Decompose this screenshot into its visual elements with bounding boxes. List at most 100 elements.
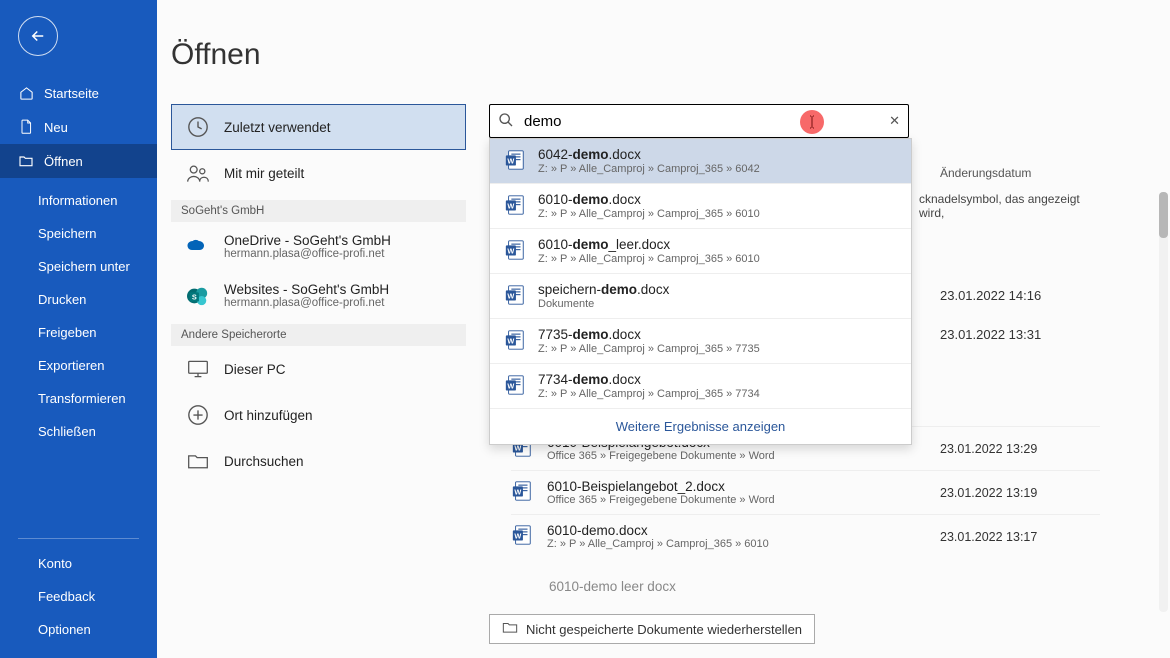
file-date: 23.01.2022 13:29: [940, 442, 1100, 456]
source-section-header: SoGeht's GmbH: [171, 200, 466, 222]
scrollbar[interactable]: [1159, 192, 1168, 612]
nav-save-as[interactable]: Speichern unter: [0, 250, 157, 283]
search-result-item[interactable]: W6042-demo.docxZ: » P » Alle_Camproj » C…: [490, 139, 911, 184]
nav-info[interactable]: Informationen: [0, 184, 157, 217]
file-name: 6010-Beispielangebot_2.docx: [547, 479, 775, 494]
recent-files-list: W6010-Beispielangebot.docxOffice 365 » F…: [511, 426, 1100, 558]
detail-pane: ✕ W6042-demo.docxZ: » P » Alle_Camproj »…: [489, 104, 1150, 650]
nav-options[interactable]: Optionen: [0, 613, 157, 646]
file-name: 6010-demo.docx: [547, 523, 769, 538]
people-icon: [186, 161, 210, 185]
nav-close[interactable]: Schließen: [0, 415, 157, 448]
word-doc-icon: W: [511, 524, 535, 549]
nav-save[interactable]: Speichern: [0, 217, 157, 250]
svg-text:W: W: [514, 444, 521, 453]
search-input[interactable]: [524, 113, 879, 130]
file-row[interactable]: W 6010-Beispielangebot_2.docxOffice 365 »…: [511, 470, 1100, 514]
recover-label: Nicht gespeicherte Dokumente wiederherst…: [526, 622, 802, 637]
source-label: Ort hinzufügen: [224, 408, 313, 423]
main-area: Öffnen Zuletzt verwendet Mit mir geteilt…: [157, 0, 1170, 658]
result-filename: speichern-demo.docx: [538, 282, 669, 297]
nav-open[interactable]: Öffnen: [0, 144, 157, 178]
result-filename: 7734-demo.docx: [538, 372, 760, 387]
search-icon: [498, 112, 514, 131]
word-doc-icon: W: [511, 480, 535, 505]
result-path: Z: » P » Alle_Camproj » Camproj_365 » 60…: [538, 163, 760, 175]
nav-print[interactable]: Drucken: [0, 283, 157, 316]
source-section-header: Andere Speicherorte: [171, 324, 466, 346]
thispc-icon: [186, 357, 210, 381]
word-doc-icon: W: [504, 149, 526, 174]
file-date: 23.01.2022 14:16: [940, 288, 1100, 303]
source-browse[interactable]: Durchsuchen: [171, 438, 466, 484]
back-button[interactable]: [18, 16, 58, 56]
scrollbar-thumb[interactable]: [1159, 192, 1168, 238]
file-path: Office 365 » Freigegebene Dokumente » Wo…: [547, 494, 775, 506]
file-row[interactable]: W6010-demo.docxZ: » P » Alle_Camproj » C…: [511, 514, 1100, 558]
svg-text:S: S: [192, 292, 197, 301]
nav-label: Startseite: [44, 86, 99, 101]
search-result-item[interactable]: W7734-demo.docxZ: » P » Alle_Camproj » C…: [490, 364, 911, 409]
folder-icon: [502, 621, 518, 637]
svg-text:W: W: [507, 292, 514, 301]
nav-label: Öffnen: [44, 154, 83, 169]
word-doc-icon: W: [504, 239, 526, 264]
add-place-icon: [186, 403, 210, 427]
source-label: Mit mir geteilt: [224, 166, 304, 181]
svg-text:W: W: [507, 202, 514, 211]
search-result-item[interactable]: Wspeichern-demo.docxDokumente: [490, 274, 911, 319]
nav-transform[interactable]: Transformieren: [0, 382, 157, 415]
sharepoint-icon: S: [186, 284, 210, 308]
home-icon: [18, 85, 34, 101]
nav-export[interactable]: Exportieren: [0, 349, 157, 382]
word-doc-icon: W: [504, 374, 526, 399]
show-more-results[interactable]: Weitere Ergebnisse anzeigen: [490, 409, 911, 444]
svg-text:W: W: [507, 247, 514, 256]
nav-account[interactable]: Konto: [0, 547, 157, 580]
page-title: Öffnen: [157, 0, 1170, 90]
clear-search-icon[interactable]: ✕: [889, 113, 900, 129]
word-doc-icon: W: [504, 194, 526, 219]
source-title: Websites - SoGeht's GmbH: [224, 282, 389, 297]
source-onedrive[interactable]: OneDrive - SoGeht's GmbH hermann.plasa@o…: [171, 222, 466, 271]
file-path: Office 365 » Freigegebene Dokumente » Wo…: [547, 450, 775, 462]
sources-list: Zuletzt verwendet Mit mir geteilt SoGeht…: [171, 104, 466, 484]
source-shared[interactable]: Mit mir geteilt: [171, 150, 466, 196]
nav-feedback[interactable]: Feedback: [0, 580, 157, 613]
nav-share[interactable]: Freigeben: [0, 316, 157, 349]
folder-open-icon: [18, 153, 34, 169]
result-path: Z: » P » Alle_Camproj » Camproj_365 » 60…: [538, 208, 760, 220]
search-result-item[interactable]: W7735-demo.docxZ: » P » Alle_Camproj » C…: [490, 319, 911, 364]
source-add-place[interactable]: Ort hinzufügen: [171, 392, 466, 438]
file-date: 23.01.2022 13:17: [940, 530, 1100, 544]
file-date: 23.01.2022 13:31: [940, 327, 1100, 342]
clock-icon: [186, 115, 210, 139]
text-cursor-indicator: [800, 110, 824, 134]
nav-label: Neu: [44, 120, 68, 135]
search-result-item[interactable]: W6010-demo.docxZ: » P » Alle_Camproj » C…: [490, 184, 911, 229]
source-sharepoint[interactable]: S Websites - SoGeht's GmbH hermann.plasa…: [171, 271, 466, 320]
svg-text:W: W: [507, 337, 514, 346]
source-subtitle: hermann.plasa@office-profi.net: [224, 248, 391, 260]
svg-text:W: W: [514, 488, 521, 497]
nav-separator: [18, 538, 139, 539]
source-thispc[interactable]: Dieser PC: [171, 346, 466, 392]
result-path: Z: » P » Alle_Camproj » Camproj_365 » 60…: [538, 253, 760, 265]
search-box[interactable]: ✕: [489, 104, 909, 138]
search-result-item[interactable]: W6010-demo_leer.docxZ: » P » Alle_Campro…: [490, 229, 911, 274]
onedrive-icon: [186, 235, 210, 259]
search-results-dropdown: W6042-demo.docxZ: » P » Alle_Camproj » C…: [489, 138, 912, 445]
svg-text:W: W: [507, 382, 514, 391]
nav-new[interactable]: Neu: [0, 110, 157, 144]
source-label: Dieser PC: [224, 362, 286, 377]
recover-unsaved-button[interactable]: Nicht gespeicherte Dokumente wiederherst…: [489, 614, 815, 644]
source-label: Zuletzt verwendet: [224, 120, 331, 135]
nav-home[interactable]: Startseite: [0, 76, 157, 110]
column-header-date[interactable]: Änderungsdatum: [940, 166, 1100, 180]
pin-tip-text: cknadelsymbol, das angezeigt wird,: [919, 184, 1100, 240]
source-title: OneDrive - SoGeht's GmbH: [224, 233, 391, 248]
source-recent[interactable]: Zuletzt verwendet: [171, 104, 466, 150]
file-name-cut: 6010-demo leer docx: [549, 579, 676, 594]
word-doc-icon: W: [504, 284, 526, 309]
backstage-nav: Startseite Neu Öffnen Informationen Spei…: [0, 0, 157, 658]
